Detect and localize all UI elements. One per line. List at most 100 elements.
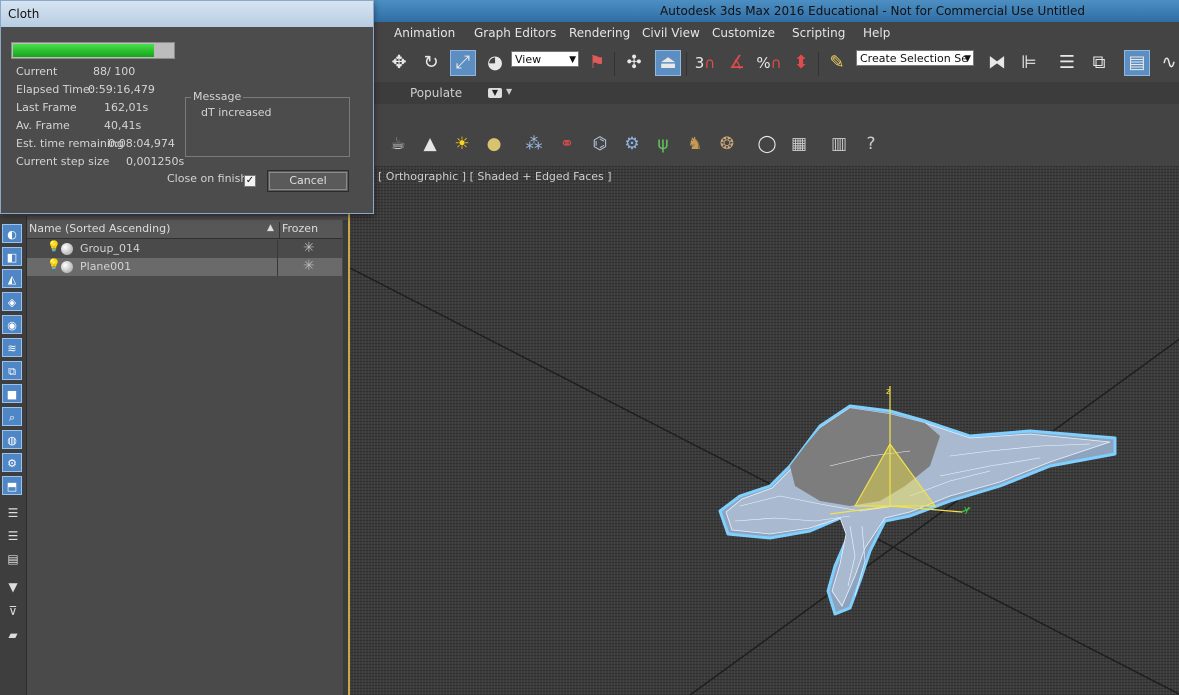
cancel-button[interactable]: Cancel xyxy=(267,170,349,192)
display-containers-icon[interactable]: ⬒ xyxy=(2,476,22,495)
menu-scripting[interactable]: Scripting xyxy=(792,26,845,40)
display-shapes-icon[interactable]: ◈ xyxy=(2,292,22,311)
gear-icon[interactable]: ⚙ xyxy=(620,132,644,156)
viewport-perspective[interactable]: [ Orthographic ] [ Shaded + Edged Faces … xyxy=(348,166,1179,695)
simulation-progress-bar xyxy=(11,42,175,59)
sphere-light-icon[interactable]: ● xyxy=(482,132,506,156)
list-icon[interactable]: ☰ xyxy=(4,527,22,545)
curve-editor-icon[interactable]: ∿ xyxy=(1156,50,1179,76)
percent-snap-label: % xyxy=(756,54,771,72)
cloth-mesh[interactable] xyxy=(718,404,1117,616)
mirror-icon[interactable]: ⧓ xyxy=(984,50,1010,76)
menu-animation[interactable]: Animation xyxy=(394,26,455,40)
menu-help[interactable]: Help xyxy=(863,26,890,40)
place-object-icon[interactable]: ◕ xyxy=(482,50,508,76)
stat-value-est-remaining: 0:08:04,974 xyxy=(108,137,175,150)
close-on-finish-checkbox[interactable]: ✓ xyxy=(244,175,256,187)
menu-customize[interactable]: Customize xyxy=(712,26,775,40)
message-label: Message xyxy=(191,90,244,103)
scene-explorer-icon[interactable]: ☰ xyxy=(1054,50,1080,76)
cone-icon[interactable]: ▲ xyxy=(418,132,442,156)
clapper-icon[interactable]: ▰ xyxy=(4,626,22,644)
checkmark-icon: ✓ xyxy=(245,175,255,186)
align-icon[interactable]: ⊫ xyxy=(1016,50,1042,76)
scene-explorer: Name (Sorted Ascending) ▲ Frozen 💡 Group… xyxy=(27,216,348,695)
menu-graph-editors[interactable]: Graph Editors xyxy=(474,26,556,40)
select-rotate-icon[interactable]: ↻ xyxy=(418,50,444,76)
display-spacewarps-icon[interactable]: ■ xyxy=(2,384,22,403)
grid-axis-line xyxy=(350,267,1179,695)
chevron-down-icon[interactable]: ▼ xyxy=(506,87,512,96)
display-none-icon[interactable]: ◐ xyxy=(2,224,22,243)
snap-toggle-icon[interactable]: 3∩ xyxy=(692,50,718,76)
render-sphere-icon[interactable] xyxy=(61,261,73,273)
angle-snap-icon[interactable]: ∡ xyxy=(724,50,750,76)
render-setup-icon[interactable]: ▥ xyxy=(827,132,851,156)
particles-icon[interactable]: ⁂ xyxy=(522,132,546,156)
column-name-header[interactable]: Name (Sorted Ascending) xyxy=(29,222,170,235)
column-frozen-header[interactable]: Frozen xyxy=(279,222,318,238)
cellular-icon[interactable]: ❂ xyxy=(715,132,739,156)
display-groups-icon[interactable]: ⌕ xyxy=(2,407,22,426)
list-icon[interactable]: ☰ xyxy=(4,504,22,522)
grass-icon[interactable]: ψ xyxy=(651,132,675,156)
display-cameras-icon[interactable]: ≋ xyxy=(2,338,22,357)
transform-center-icon[interactable]: ✣ xyxy=(621,50,647,76)
bind-icon[interactable]: ⚭ xyxy=(555,132,579,156)
ribbon-minimize-icon[interactable]: ▼ xyxy=(488,88,502,98)
ribbon-toggle-icon[interactable]: ▤ xyxy=(1124,50,1150,76)
layer-explorer-icon[interactable]: ⧉ xyxy=(1086,50,1112,76)
table-row[interactable]: 💡 Group_014 ✳ xyxy=(27,240,342,258)
stat-label-current: Current xyxy=(16,65,58,78)
select-scale-icon[interactable]: ⤢ xyxy=(450,50,476,76)
pivot-center-icon[interactable]: ⚑ xyxy=(584,50,610,76)
sun-light-icon[interactable]: ☀ xyxy=(450,132,474,156)
menu-rendering[interactable]: Rendering xyxy=(569,26,630,40)
material-sphere-icon[interactable]: ◯ xyxy=(755,132,779,156)
space-warp-icon[interactable]: ⌬ xyxy=(588,132,612,156)
close-on-finish-label: Close on finish xyxy=(167,172,248,185)
snowflake-icon[interactable]: ✳ xyxy=(303,258,315,274)
material-editor-icon[interactable]: ▦ xyxy=(787,132,811,156)
table-row[interactable]: 💡 Plane001 ✳ xyxy=(27,258,342,276)
document-icon[interactable]: ▤ xyxy=(4,550,22,568)
axis-label-y: y xyxy=(964,505,970,515)
cloth-simulation-dialog: Cloth Current 88/ 100 Elapsed Time: 0:59… xyxy=(0,0,374,214)
teapot-icon[interactable]: ☕ xyxy=(386,132,410,156)
toolbar-divider xyxy=(614,52,615,76)
axis-label-z: z xyxy=(886,387,891,397)
stat-value-last-frame: 162,01s xyxy=(104,101,149,114)
display-lights-icon[interactable]: ◉ xyxy=(2,315,22,334)
hair-fur-icon[interactable]: ♞ xyxy=(683,132,707,156)
object-name: Plane001 xyxy=(80,260,132,273)
stat-value-elapsed: 0:59:16,479 xyxy=(88,83,155,96)
chevron-down-icon: ▼ xyxy=(569,55,576,65)
filter-settings-icon[interactable]: ⊽ xyxy=(4,602,22,620)
lightbulb-icon[interactable]: 💡 xyxy=(47,259,61,271)
stat-label-last-frame: Last Frame xyxy=(16,101,77,114)
selection-set-dropdown[interactable]: Create Selection Se ▼ xyxy=(856,50,974,66)
display-all-icon[interactable]: ◧ xyxy=(2,247,22,266)
message-text: dT increased xyxy=(201,106,272,119)
filter-icon[interactable]: ▼ xyxy=(4,578,22,596)
select-manipulate-icon[interactable]: ⏏ xyxy=(655,50,681,76)
render-sphere-icon[interactable] xyxy=(61,243,73,255)
column-divider xyxy=(277,240,278,258)
stat-value-av-frame: 40,41s xyxy=(104,119,142,132)
help-icon[interactable]: ? xyxy=(859,132,883,156)
snowflake-icon[interactable]: ✳ xyxy=(303,240,315,256)
dialog-titlebar[interactable]: Cloth xyxy=(1,1,373,27)
display-xrefs-icon[interactable]: ◍ xyxy=(2,430,22,449)
display-helpers-icon[interactable]: ⧉ xyxy=(2,361,22,380)
display-geometry-icon[interactable]: ◭ xyxy=(2,269,22,288)
lightbulb-icon[interactable]: 💡 xyxy=(47,241,61,253)
select-move-icon[interactable]: ✥ xyxy=(386,50,412,76)
reference-coordinate-dropdown[interactable]: View ▼ xyxy=(511,51,579,67)
display-bones-icon[interactable]: ⚙ xyxy=(2,453,22,472)
tab-populate[interactable]: Populate xyxy=(410,86,462,100)
menu-civil-view[interactable]: Civil View xyxy=(642,26,700,40)
spinner-snap-icon[interactable]: ⬍ xyxy=(788,50,814,76)
edit-named-selection-icon[interactable]: ✎ xyxy=(824,50,850,76)
percent-snap-icon[interactable]: %∩ xyxy=(756,50,782,76)
object-name: Group_014 xyxy=(80,242,140,255)
